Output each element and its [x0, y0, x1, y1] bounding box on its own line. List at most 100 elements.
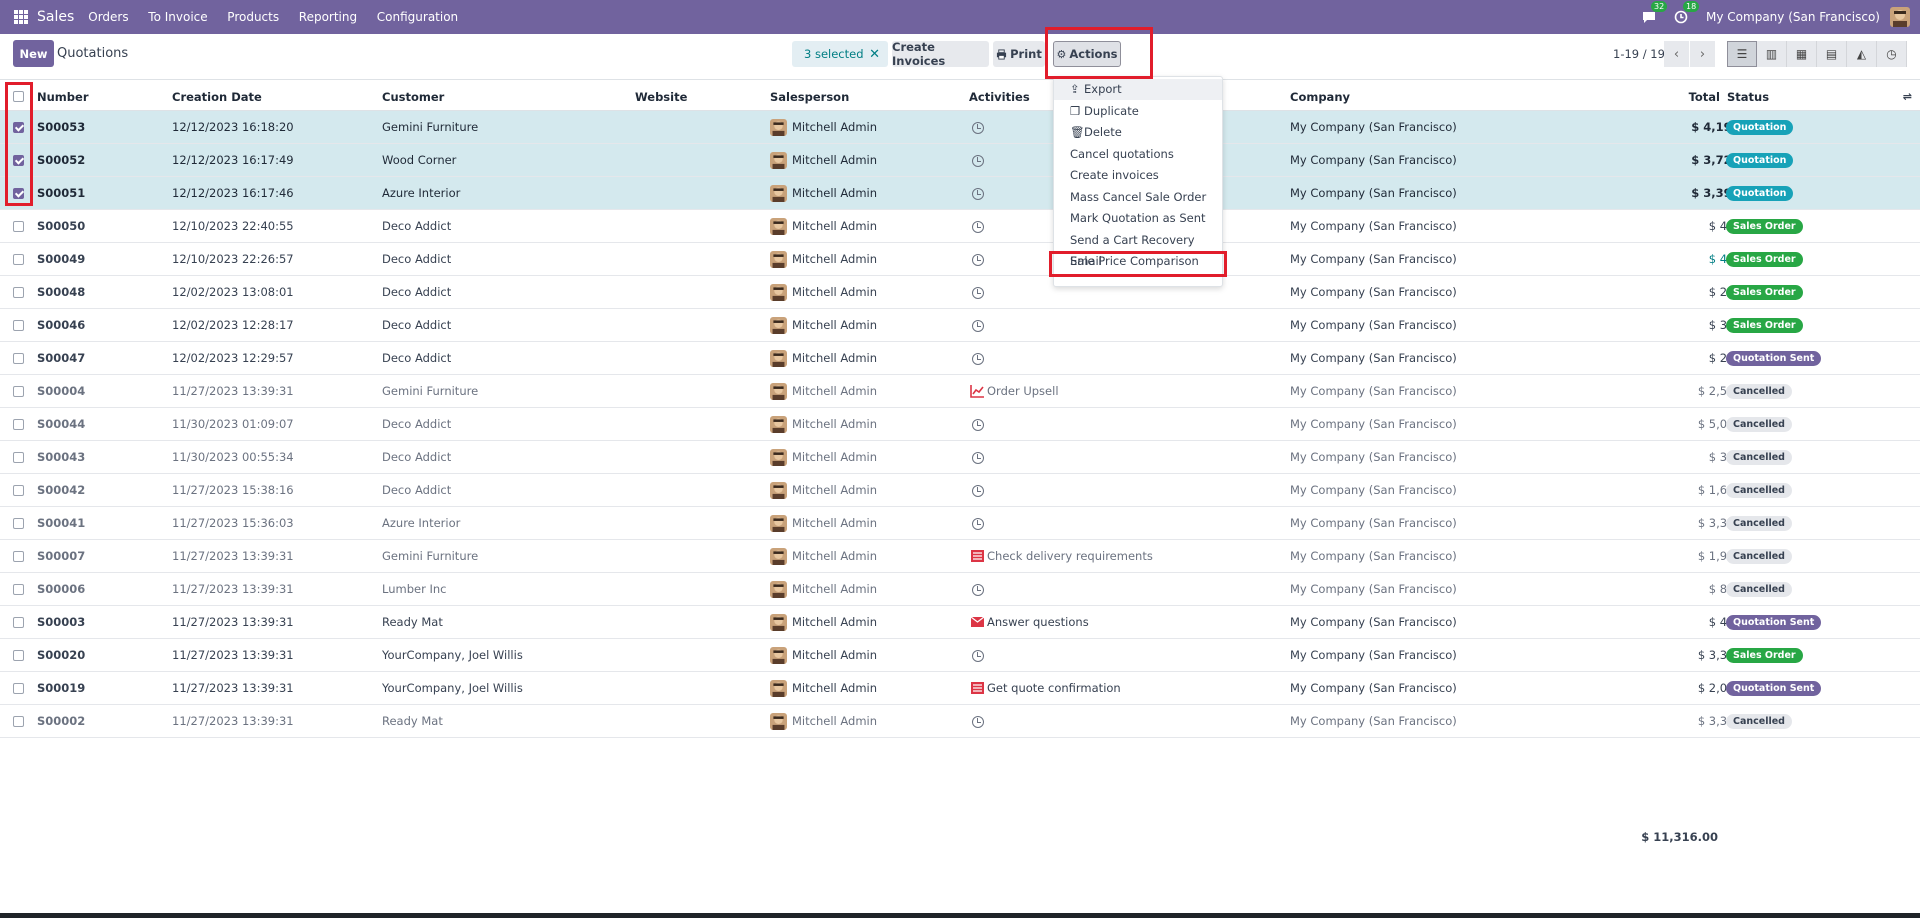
table-row[interactable]: S00019 11/27/2023 13:39:31 YourCompany, …: [0, 672, 1920, 705]
clock-icon[interactable]: [972, 287, 984, 299]
row-checkbox[interactable]: [13, 683, 24, 694]
clock-icon[interactable]: [972, 320, 984, 332]
row-checkbox[interactable]: [13, 452, 24, 463]
menu-item-mark-quotation-as-sent[interactable]: Mark Quotation as Sent: [1054, 208, 1222, 229]
menu-item-mass-cancel-sale-order[interactable]: Mass Cancel Sale Order: [1054, 187, 1222, 208]
new-button[interactable]: New: [13, 40, 54, 67]
menu-item-cancel-quotations[interactable]: Cancel quotations: [1054, 144, 1222, 165]
row-checkbox[interactable]: [13, 617, 24, 628]
messages-icon[interactable]: 32: [1642, 1, 1668, 24]
clock-icon[interactable]: [972, 650, 984, 662]
table-row[interactable]: S00007 11/27/2023 13:39:31 Gemini Furnit…: [0, 540, 1920, 573]
menu-orders[interactable]: Orders: [88, 10, 128, 24]
clock-icon[interactable]: [972, 518, 984, 530]
envelope-icon[interactable]: [970, 615, 985, 629]
tasks-icon[interactable]: [970, 681, 985, 695]
table-row[interactable]: S00050 12/10/2023 22:40:55 Deco Addict M…: [0, 210, 1920, 243]
menu-reporting[interactable]: Reporting: [299, 10, 357, 24]
table-row[interactable]: S00042 11/27/2023 15:38:16 Deco Addict M…: [0, 474, 1920, 507]
activity-label[interactable]: Get quote confirmation: [987, 681, 1121, 695]
activity-label[interactable]: Order Upsell: [987, 384, 1059, 398]
menu-configuration[interactable]: Configuration: [377, 10, 458, 24]
column-company[interactable]: Company: [1290, 90, 1350, 104]
clock-icon[interactable]: [972, 254, 984, 266]
user-avatar[interactable]: [1890, 7, 1910, 27]
row-checkbox[interactable]: [13, 650, 24, 661]
clock-icon[interactable]: [972, 221, 984, 233]
table-row[interactable]: S00020 11/27/2023 13:39:31 YourCompany, …: [0, 639, 1920, 672]
row-checkbox[interactable]: [13, 419, 24, 430]
apps-menu-icon[interactable]: [14, 10, 28, 24]
list-view-icon[interactable]: ☰: [1727, 41, 1757, 67]
app-name[interactable]: Sales: [37, 9, 74, 25]
company-switcher[interactable]: My Company (San Francisco): [1706, 10, 1880, 24]
clock-icon[interactable]: [972, 452, 984, 464]
row-checkbox[interactable]: [13, 254, 24, 265]
clock-icon[interactable]: [972, 716, 984, 728]
table-row[interactable]: S00048 12/02/2023 13:08:01 Deco Addict M…: [0, 276, 1920, 309]
column-website[interactable]: Website: [635, 90, 687, 104]
table-row[interactable]: S00053 12/12/2023 16:18:20 Gemini Furnit…: [0, 111, 1920, 144]
row-checkbox[interactable]: [13, 518, 24, 529]
row-checkbox[interactable]: [13, 485, 24, 496]
row-checkbox[interactable]: [13, 386, 24, 397]
table-row[interactable]: S00046 12/02/2023 12:28:17 Deco Addict M…: [0, 309, 1920, 342]
menu-item-delete[interactable]: 🗑Delete: [1054, 122, 1222, 143]
table-row[interactable]: S00052 12/12/2023 16:17:49 Wood Corner M…: [0, 144, 1920, 177]
create-invoices-button[interactable]: Create Invoices: [892, 40, 989, 68]
row-checkbox[interactable]: [13, 221, 24, 232]
activity-label[interactable]: Check delivery requirements: [987, 549, 1153, 563]
optional-columns-icon[interactable]: ⇌: [1903, 90, 1912, 103]
pager-value[interactable]: 1-19 / 19: [1613, 47, 1665, 61]
table-row[interactable]: S00002 11/27/2023 13:39:31 Ready Mat Mit…: [0, 705, 1920, 738]
menu-item-create-invoices[interactable]: Create invoices: [1054, 165, 1222, 186]
kanban-view-icon[interactable]: ▥: [1757, 41, 1787, 67]
clock-icon[interactable]: [972, 419, 984, 431]
table-row[interactable]: S00051 12/12/2023 16:17:46 Azure Interio…: [0, 177, 1920, 210]
column-salesperson[interactable]: Salesperson: [770, 90, 849, 104]
menu-to-invoice[interactable]: To Invoice: [148, 10, 207, 24]
menu-item-duplicate[interactable]: ❐ Duplicate: [1054, 101, 1222, 122]
column-creation-date[interactable]: Creation Date: [172, 90, 262, 104]
clock-icon[interactable]: [972, 485, 984, 497]
pivot-view-icon[interactable]: ▤: [1817, 41, 1847, 67]
row-checkbox[interactable]: [13, 287, 24, 298]
table-row[interactable]: S00044 11/30/2023 01:09:07 Deco Addict M…: [0, 408, 1920, 441]
column-customer[interactable]: Customer: [382, 90, 444, 104]
row-checkbox[interactable]: [13, 320, 24, 331]
calendar-view-icon[interactable]: ▦: [1787, 41, 1817, 67]
tasks-icon[interactable]: [970, 549, 985, 563]
menu-item-export[interactable]: ⇪ Export: [1054, 79, 1222, 100]
row-checkbox[interactable]: [13, 551, 24, 562]
activities-clock-icon[interactable]: 18: [1674, 1, 1700, 24]
table-row[interactable]: S00004 11/27/2023 13:39:31 Gemini Furnit…: [0, 375, 1920, 408]
print-button[interactable]: Print: [993, 41, 1045, 67]
column-number[interactable]: Number: [37, 90, 89, 104]
row-checkbox[interactable]: [13, 584, 24, 595]
table-row[interactable]: S00043 11/30/2023 00:55:34 Deco Addict M…: [0, 441, 1920, 474]
table-row[interactable]: S00047 12/02/2023 12:29:57 Deco Addict M…: [0, 342, 1920, 375]
activity-label[interactable]: Answer questions: [987, 615, 1089, 629]
clock-icon[interactable]: [972, 188, 984, 200]
chart-line-icon[interactable]: [970, 384, 985, 398]
row-checkbox[interactable]: [13, 716, 24, 727]
table-row[interactable]: S00049 12/10/2023 22:26:57 Deco Addict M…: [0, 243, 1920, 276]
pager-previous-icon[interactable]: ‹: [1664, 41, 1689, 67]
row-checkbox[interactable]: [13, 353, 24, 364]
column-status[interactable]: Status: [1727, 90, 1769, 104]
menu-item-send-a-cart-recovery-email[interactable]: Send a Cart Recovery Email: [1054, 230, 1222, 268]
pager-next-icon[interactable]: ›: [1690, 41, 1715, 67]
graph-view-icon[interactable]: ◭: [1847, 41, 1877, 67]
activity-view-icon[interactable]: ◷: [1877, 41, 1907, 67]
clock-icon[interactable]: [972, 122, 984, 134]
clock-icon[interactable]: [972, 584, 984, 596]
column-total[interactable]: Total: [1689, 90, 1720, 104]
clock-icon[interactable]: [972, 155, 984, 167]
table-row[interactable]: S00006 11/27/2023 13:39:31 Lumber Inc Mi…: [0, 573, 1920, 606]
clock-icon[interactable]: [972, 353, 984, 365]
table-row[interactable]: S00003 11/27/2023 13:39:31 Ready Mat Mit…: [0, 606, 1920, 639]
table-row[interactable]: S00041 11/27/2023 15:36:03 Azure Interio…: [0, 507, 1920, 540]
menu-products[interactable]: Products: [227, 10, 279, 24]
column-activities[interactable]: Activities: [969, 90, 1030, 104]
clear-selection-icon[interactable]: ✕: [869, 47, 880, 62]
